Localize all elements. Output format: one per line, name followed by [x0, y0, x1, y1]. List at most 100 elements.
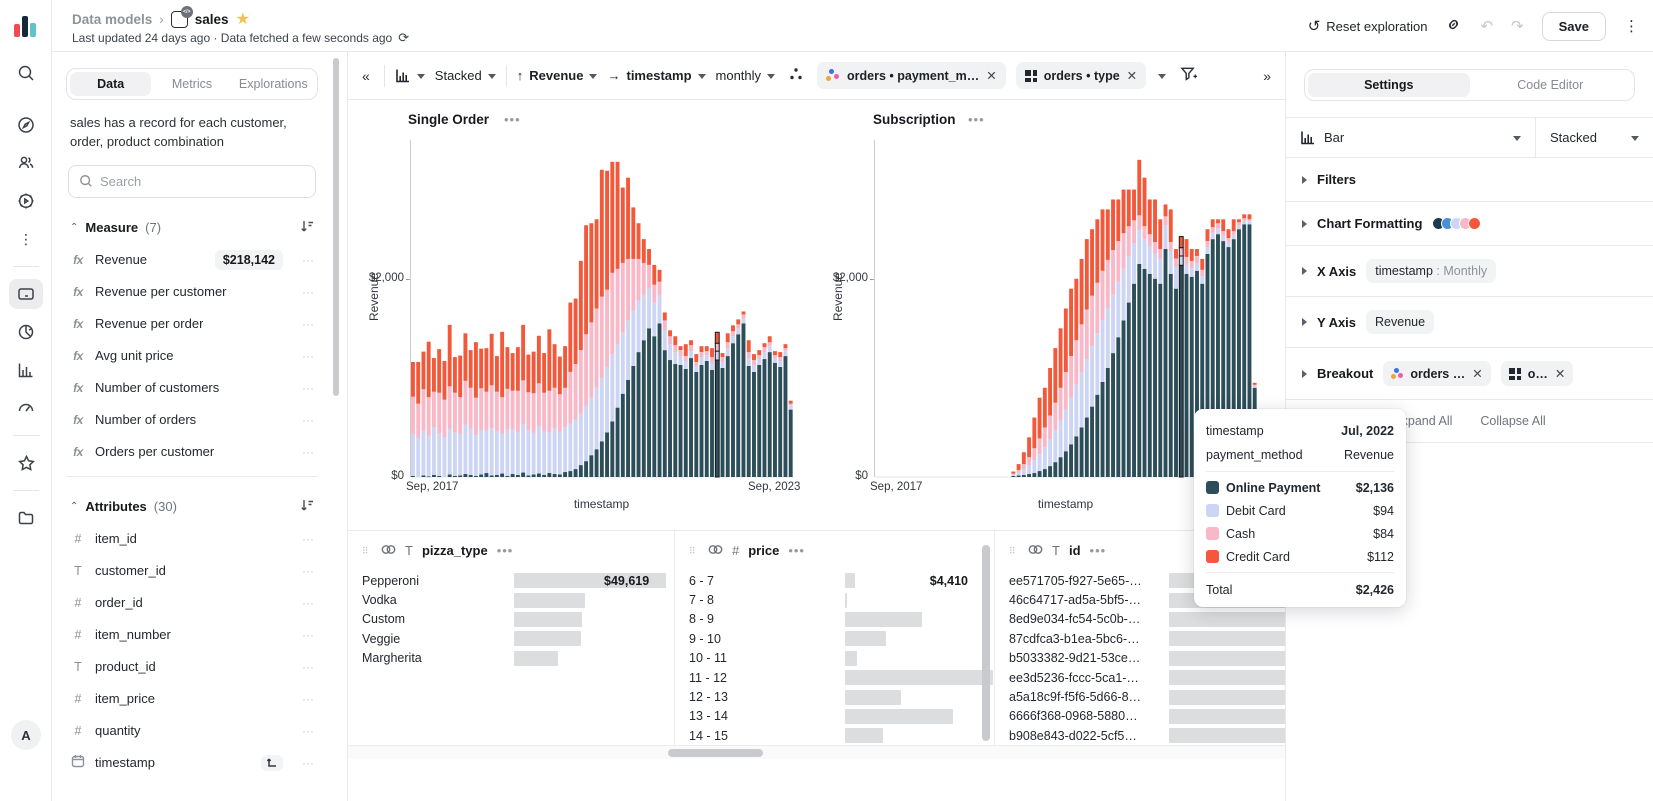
tab-settings[interactable]: Settings — [1308, 73, 1470, 97]
y-field-dropdown[interactable]: ↑Revenue — [517, 68, 598, 83]
filter-add-icon[interactable] — [1176, 62, 1201, 89]
granularity-dropdown[interactable]: monthly — [716, 68, 776, 83]
remove-pill-icon[interactable]: ✕ — [1555, 366, 1565, 381]
panel-menu-icon[interactable]: ••• — [497, 543, 514, 558]
x-field-dropdown[interactable]: →timestamp — [607, 68, 705, 83]
measure-item[interactable]: fxRevenue$218,142··· — [66, 244, 318, 276]
section-x-axis[interactable]: X Axis timestamp : Monthly — [1286, 245, 1653, 296]
row-menu-icon[interactable]: ··· — [302, 660, 314, 674]
attribute-item[interactable]: #item_number··· — [66, 619, 318, 651]
breadcrumb-root[interactable]: Data models — [72, 12, 152, 27]
preview-row[interactable]: 14 - 15 — [689, 726, 994, 745]
app-logo-icon[interactable] — [14, 13, 38, 37]
users-icon[interactable] — [9, 148, 43, 178]
preview-row[interactable]: Custom — [362, 610, 674, 629]
breadcrumb-model[interactable]: sales — [195, 12, 229, 27]
collapse-left-icon[interactable]: « — [358, 64, 374, 88]
preview-row[interactable]: Pepperoni$49,619 — [362, 571, 674, 590]
row-menu-icon[interactable]: ··· — [302, 253, 314, 267]
dashboard-gauge-icon[interactable] — [9, 393, 43, 423]
attribute-item[interactable]: #item_id··· — [66, 523, 318, 555]
expand-right-icon[interactable]: » — [1259, 64, 1275, 88]
measure-item[interactable]: fxOrders per customer··· — [66, 436, 318, 468]
row-menu-icon[interactable]: ··· — [302, 756, 314, 770]
breakout-pill-type[interactable]: o… ✕ — [1501, 361, 1574, 386]
row-menu-icon[interactable]: ··· — [302, 285, 314, 299]
row-menu-icon[interactable]: ··· — [302, 692, 314, 706]
row-menu-icon[interactable]: ··· — [302, 349, 314, 363]
preview-row[interactable]: 8 - 9 — [689, 610, 994, 629]
row-menu-icon[interactable]: ··· — [302, 532, 314, 546]
measure-item[interactable]: fxNumber of customers··· — [66, 372, 318, 404]
reset-exploration-button[interactable]: ↺Reset exploration — [1308, 17, 1428, 35]
tab-data[interactable]: Data — [70, 72, 151, 96]
section-y-axis[interactable]: Y Axis Revenue — [1286, 296, 1653, 347]
preview-row[interactable]: 87cdfca3-b1ea-5bc6-… — [1009, 629, 1285, 648]
measure-item[interactable]: fxRevenue per customer··· — [66, 276, 318, 308]
preview-row[interactable]: 11 - 12 — [689, 668, 994, 687]
settings-gear-icon[interactable] — [9, 186, 43, 216]
preview-row[interactable]: 6 - 7$4,410 — [689, 571, 994, 590]
drag-handle-icon[interactable]: ⠿ — [1009, 549, 1019, 553]
search-input[interactable]: Search — [68, 165, 316, 198]
preview-row[interactable]: b908e843-d022-5cf5… — [1009, 726, 1285, 745]
sort-icon[interactable] — [300, 499, 314, 515]
preview-row[interactable]: 8ed9e034-fc54-5c0b-… — [1009, 610, 1285, 629]
chart-menu-icon[interactable]: ••• — [504, 112, 521, 127]
preview-row[interactable]: Veggie — [362, 629, 674, 648]
chart-menu-icon[interactable]: ••• — [968, 112, 985, 127]
chart-type-dropdown[interactable] — [395, 68, 425, 83]
folder-icon[interactable] — [9, 503, 43, 533]
breakout-pill-payment-method[interactable]: orders … ✕ — [1383, 361, 1490, 386]
attribute-item[interactable]: Tcustomer_id··· — [66, 555, 318, 587]
measure-item[interactable]: fxAvg unit price··· — [66, 340, 318, 372]
remove-pill-icon[interactable]: ✕ — [1472, 366, 1482, 381]
section-chart-formatting[interactable]: Chart Formatting — [1286, 201, 1653, 245]
collapse-all-link[interactable]: Collapse All — [1480, 414, 1545, 428]
remove-pill-icon[interactable]: ✕ — [1127, 68, 1137, 83]
preview-row[interactable]: 13 - 14 — [689, 707, 994, 726]
remove-pill-icon[interactable]: ✕ — [986, 68, 996, 83]
row-menu-icon[interactable]: ··· — [302, 413, 314, 427]
header-kebab-icon[interactable]: ⋮ — [1624, 17, 1639, 35]
query-pie-icon[interactable] — [9, 317, 43, 347]
row-menu-icon[interactable]: ··· — [302, 381, 314, 395]
more-vertical-icon[interactable]: ⋮ — [9, 224, 43, 254]
tab-code-editor[interactable]: Code Editor — [1470, 73, 1632, 97]
panel-menu-icon[interactable]: ••• — [788, 543, 805, 558]
preview-row[interactable]: 9 - 10 — [689, 629, 994, 648]
breakout-icon[interactable] — [785, 63, 807, 88]
row-menu-icon[interactable]: ··· — [302, 445, 314, 459]
favorite-star-icon[interactable]: ★ — [236, 9, 250, 29]
attribute-item[interactable]: #quantity··· — [66, 715, 318, 747]
search-icon[interactable] — [9, 58, 43, 88]
attributes-section-header[interactable]: ⌃ Attributes (30) — [70, 495, 314, 519]
measure-item[interactable]: fxNumber of orders··· — [66, 404, 318, 436]
share-link-icon[interactable] — [1445, 16, 1462, 37]
row-menu-icon[interactable]: ··· — [302, 596, 314, 610]
measure-section-header[interactable]: ⌃ Measure (7) — [70, 216, 314, 240]
panel-menu-icon[interactable]: ••• — [1090, 543, 1107, 558]
section-breakout[interactable]: Breakout orders … ✕ o… ✕ — [1286, 347, 1653, 399]
chart-type-select[interactable]: Bar — [1286, 118, 1535, 157]
tab-metrics[interactable]: Metrics — [151, 72, 232, 96]
preview-row[interactable]: 6666f368-0968-5880… — [1009, 707, 1285, 726]
redo-icon[interactable]: ↷ — [1511, 17, 1524, 35]
y-axis-badge[interactable]: Revenue — [1366, 310, 1434, 334]
attribute-item[interactable]: #item_price··· — [66, 683, 318, 715]
section-filters[interactable]: Filters — [1286, 157, 1653, 201]
scrollbar-thumb[interactable] — [668, 749, 763, 757]
undo-icon[interactable]: ↶ — [1480, 17, 1493, 35]
stack-mode-select[interactable]: Stacked — [1535, 118, 1653, 157]
save-button[interactable]: Save — [1542, 12, 1606, 41]
row-menu-icon[interactable]: ··· — [302, 628, 314, 642]
breakout-pill-type[interactable]: orders • type ✕ — [1016, 62, 1146, 89]
preview-row[interactable]: b5033382-9d21-53ce… — [1009, 649, 1285, 668]
drag-handle-icon[interactable]: ⠿ — [362, 549, 372, 553]
preview-row[interactable]: ee3d5236-fccc-5ca1-… — [1009, 668, 1285, 687]
breakout-pill-payment-method[interactable]: orders • payment_m… ✕ — [817, 62, 1006, 89]
attribute-item[interactable]: Tproduct_id··· — [66, 651, 318, 683]
preview-row[interactable]: a5a18c9f-f5f6-5d66-8… — [1009, 687, 1285, 706]
refresh-icon[interactable]: ⟳ — [398, 30, 409, 46]
compass-icon[interactable] — [9, 110, 43, 140]
